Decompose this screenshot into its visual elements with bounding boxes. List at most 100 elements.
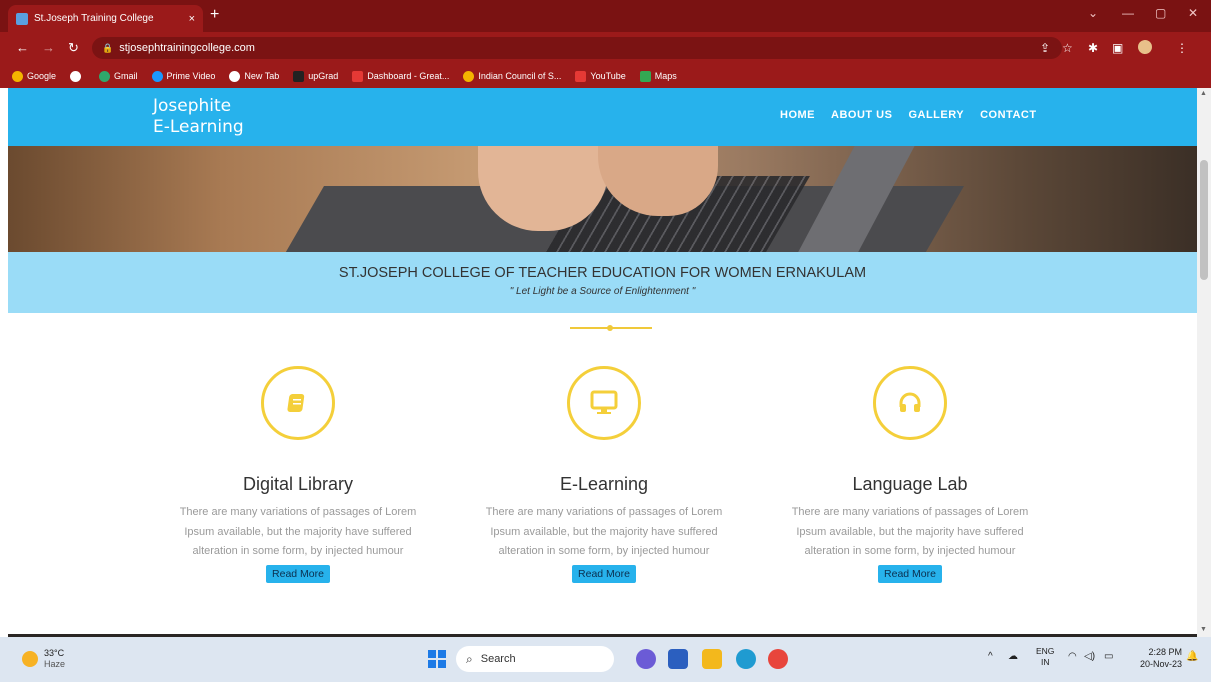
feature-description: There are many variations of passages of… bbox=[179, 506, 417, 557]
file-explorer-icon[interactable] bbox=[702, 649, 722, 669]
bookmark-dashboard[interactable]: Dashboard - Great... bbox=[352, 70, 449, 82]
feature-digital-library: Digital Library There are many variation… bbox=[158, 366, 438, 583]
council-icon bbox=[463, 70, 475, 82]
logo-line-1: Josephite bbox=[153, 96, 232, 116]
teams-icon[interactable] bbox=[636, 649, 656, 669]
read-more-button[interactable]: Read More bbox=[572, 564, 636, 583]
profile-avatar-icon[interactable] bbox=[1138, 40, 1152, 54]
back-arrow-icon[interactable]: ← bbox=[16, 40, 29, 55]
feature-description: There are many variations of passages of… bbox=[485, 506, 723, 557]
site-logo[interactable]: Josephite E-Learning bbox=[153, 96, 244, 138]
bookmark-maps[interactable]: Maps bbox=[639, 70, 677, 82]
google-icon bbox=[12, 70, 23, 82]
logo-line-2: E-Learning bbox=[153, 117, 244, 137]
college-banner: ST.JOSEPH COLLEGE OF TEACHER EDUCATION F… bbox=[8, 252, 1197, 313]
new-tab-button[interactable]: + bbox=[210, 6, 219, 24]
chrome-icon bbox=[70, 70, 82, 82]
url-text: stjosephtrainingcollege.com bbox=[119, 42, 255, 54]
menu-kebab-icon[interactable]: ⋮ bbox=[1176, 41, 1188, 55]
monitor-icon bbox=[567, 366, 641, 440]
nav-contact[interactable]: CONTACT bbox=[980, 109, 1036, 121]
system-clock[interactable]: 2:28 PM 20-Nov-23 bbox=[1140, 646, 1182, 670]
show-hidden-icons[interactable]: ^ bbox=[988, 651, 993, 662]
book-icon bbox=[261, 366, 335, 440]
scroll-up-icon[interactable]: ▲ bbox=[1200, 90, 1207, 97]
hero-image bbox=[8, 146, 1197, 252]
youtube-icon bbox=[352, 70, 364, 82]
weather-widget[interactable]: 33°C Haze bbox=[22, 648, 65, 670]
chrome-icon[interactable] bbox=[768, 649, 788, 669]
bookmarks-bar: Google Gmail Prime Video New Tab upGrad … bbox=[0, 64, 1211, 88]
taskbar: 33°C Haze ⌕ Search ^ ☁ ENG IN ◠ ◁) ▭ 2:2… bbox=[0, 637, 1211, 682]
wifi-icon[interactable]: ◠ bbox=[1068, 651, 1077, 662]
minimize-button[interactable]: — bbox=[1122, 6, 1134, 20]
word-icon[interactable] bbox=[668, 649, 688, 669]
close-window-button[interactable]: ✕ bbox=[1188, 6, 1198, 20]
haze-sun-icon bbox=[22, 651, 38, 667]
nav-about-us[interactable]: ABOUT US bbox=[831, 109, 892, 121]
windows-start-icon[interactable] bbox=[428, 650, 446, 668]
prime-video-icon bbox=[151, 70, 163, 82]
battery-icon[interactable]: ▭ bbox=[1104, 651, 1113, 662]
browser-tab[interactable]: St.Joseph Training College × bbox=[8, 5, 203, 32]
maximize-button[interactable]: ▢ bbox=[1155, 6, 1166, 20]
side-panel-icon[interactable]: ▣ bbox=[1112, 41, 1123, 55]
feature-title: E-Learning bbox=[559, 474, 649, 494]
upgrad-icon bbox=[293, 70, 305, 82]
extensions-icon[interactable]: ✱ bbox=[1088, 41, 1098, 55]
nav-home[interactable]: HOME bbox=[780, 109, 815, 121]
bookmark-new-tab[interactable]: New Tab bbox=[229, 70, 279, 82]
read-more-button[interactable]: Read More bbox=[266, 564, 330, 583]
new-tab-icon bbox=[229, 70, 241, 82]
college-name: ST.JOSEPH COLLEGE OF TEACHER EDUCATION F… bbox=[338, 265, 867, 281]
read-more-button[interactable]: Read More bbox=[878, 564, 942, 583]
feature-e-learning: E-Learning There are many variations of … bbox=[464, 366, 744, 583]
tab-title: St.Joseph Training College bbox=[34, 13, 154, 24]
scrollbar-thumb[interactable] bbox=[1200, 160, 1208, 280]
feature-title: Digital Library bbox=[242, 474, 354, 494]
college-motto: " Let Light be a Source of Enlightenment… bbox=[509, 286, 696, 297]
site-header: Josephite E-Learning HOME ABOUT US GALLE… bbox=[8, 88, 1197, 146]
bookmark-youtube[interactable]: YouTube bbox=[575, 70, 626, 82]
bookmark-star-icon[interactable]: ☆ bbox=[1062, 41, 1073, 55]
volume-icon[interactable]: ◁) bbox=[1084, 651, 1095, 662]
tab-search-icon[interactable]: ⌄ bbox=[1088, 6, 1098, 20]
notification-bell-icon[interactable]: 🔔 bbox=[1186, 651, 1198, 662]
url-bar[interactable]: 🔒 stjosephtrainingcollege.com bbox=[92, 37, 1062, 59]
forward-arrow-icon[interactable]: → bbox=[42, 40, 55, 55]
edge-icon[interactable] bbox=[736, 649, 756, 669]
lock-icon: 🔒 bbox=[102, 42, 114, 53]
bookmark-gmail[interactable]: Gmail bbox=[99, 70, 138, 82]
bookmark-google[interactable]: Google bbox=[12, 70, 56, 82]
search-icon: ⌕ bbox=[466, 651, 473, 666]
bookmark-prime-video[interactable]: Prime Video bbox=[151, 70, 215, 82]
feature-description: There are many variations of passages of… bbox=[791, 506, 1029, 557]
weather-condition: Haze bbox=[44, 659, 66, 669]
scroll-down-icon[interactable]: ▼ bbox=[1200, 626, 1207, 633]
page-scrollbar[interactable]: ▲ ▼ bbox=[1197, 88, 1211, 637]
youtube-icon bbox=[575, 70, 587, 82]
address-toolbar: ← → ↻ 🔒 stjosephtrainingcollege.com ⇪ ☆ … bbox=[0, 32, 1211, 64]
share-icon[interactable]: ⇪ bbox=[1040, 41, 1050, 55]
onedrive-icon[interactable]: ☁ bbox=[1008, 651, 1018, 662]
maps-icon bbox=[639, 70, 651, 82]
tab-close-icon[interactable]: × bbox=[189, 13, 195, 25]
divider-dot bbox=[607, 325, 613, 331]
reload-icon[interactable]: ↻ bbox=[68, 40, 79, 56]
page-viewport: Josephite E-Learning HOME ABOUT US GALLE… bbox=[8, 88, 1197, 637]
search-placeholder: Search bbox=[480, 653, 516, 665]
bookmark-indian-council[interactable]: Indian Council of S... bbox=[463, 70, 561, 82]
main-nav: HOME ABOUT US GALLERY CONTACT bbox=[780, 109, 1037, 121]
taskbar-search[interactable]: ⌕ Search bbox=[456, 646, 614, 672]
gmail-icon bbox=[99, 70, 111, 82]
feature-language-lab: Language Lab There are many variations o… bbox=[770, 366, 1050, 583]
bookmark-upgrad[interactable]: upGrad bbox=[293, 70, 338, 82]
bookmark-chrome[interactable] bbox=[70, 70, 85, 82]
headphones-icon bbox=[873, 366, 947, 440]
nav-gallery[interactable]: GALLERY bbox=[908, 109, 964, 121]
feature-title: Language Lab bbox=[852, 474, 968, 494]
site-favicon-icon bbox=[16, 12, 28, 25]
language-indicator[interactable]: ENG IN bbox=[1036, 646, 1054, 668]
weather-temp: 33°C bbox=[44, 648, 65, 658]
browser-tab-bar: St.Joseph Training College × + ⌄ — ▢ ✕ bbox=[0, 0, 1211, 32]
